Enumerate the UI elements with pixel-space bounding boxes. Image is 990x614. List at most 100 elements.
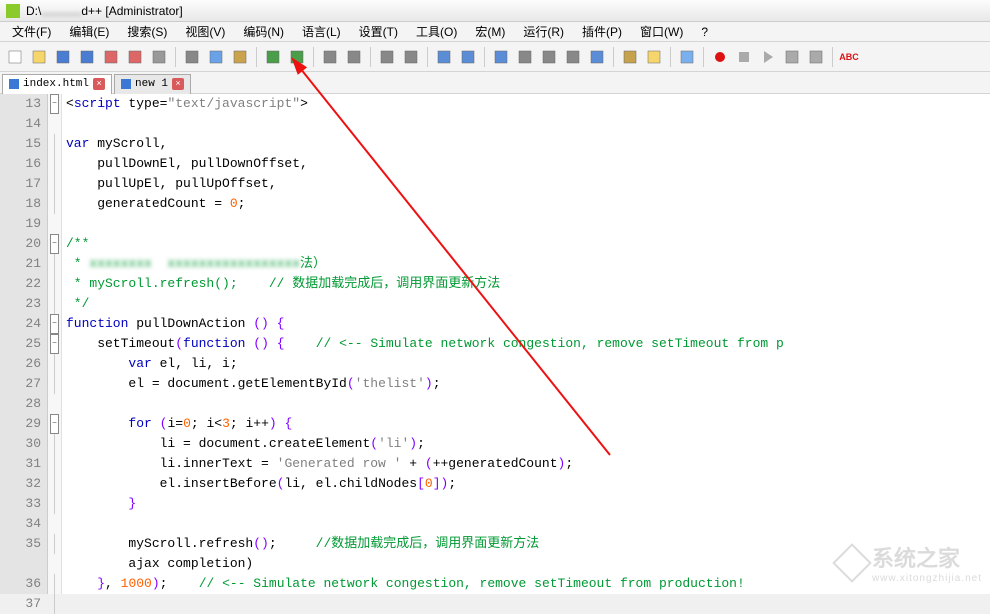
code-line[interactable]: <script type="text/javascript"> <box>66 94 990 114</box>
cut-icon[interactable] <box>181 46 203 68</box>
menu-item[interactable]: 工具(O) <box>408 21 465 42</box>
tab[interactable]: new 1 × <box>114 74 191 94</box>
fold-toggle[interactable]: − <box>50 314 59 334</box>
code-line[interactable]: generatedCount = 0; <box>66 194 990 214</box>
toolbar-separator <box>370 47 371 67</box>
menu-item[interactable]: 编码(N) <box>235 21 292 42</box>
code-line[interactable]: pullDownEl, pullDownOffset, <box>66 154 990 174</box>
tab[interactable]: index.html × <box>2 74 112 94</box>
menu-item[interactable]: 视图(V) <box>177 21 233 42</box>
doc-map-icon[interactable] <box>586 46 608 68</box>
toolbar-separator <box>703 47 704 67</box>
code-line[interactable]: } <box>66 494 990 514</box>
print-icon[interactable] <box>148 46 170 68</box>
func-list-icon[interactable] <box>619 46 641 68</box>
toolbar-separator <box>175 47 176 67</box>
code-line[interactable]: ajax completion) <box>66 554 990 574</box>
menu-item[interactable]: 设置(T) <box>351 21 406 42</box>
zoom-out-icon[interactable] <box>400 46 422 68</box>
sync-h-icon[interactable] <box>457 46 479 68</box>
code-line[interactable]: setTimeout(function () { // <-- Simulate… <box>66 334 990 354</box>
macro-play-icon[interactable] <box>757 46 779 68</box>
redo-icon[interactable] <box>286 46 308 68</box>
folder-icon[interactable] <box>643 46 665 68</box>
spell-icon[interactable]: ABC <box>838 46 860 68</box>
file-icon <box>9 79 19 89</box>
menu-item[interactable]: 编辑(E) <box>61 21 117 42</box>
code-line[interactable] <box>66 394 990 414</box>
close-all-icon[interactable] <box>124 46 146 68</box>
macro-rec-icon[interactable] <box>709 46 731 68</box>
wordwrap-icon[interactable] <box>490 46 512 68</box>
code-line[interactable]: el.insertBefore(li, el.childNodes[0]); <box>66 474 990 494</box>
code-area[interactable]: <script type="text/javascript"> var myScr… <box>62 94 990 594</box>
macro-save-icon[interactable] <box>805 46 827 68</box>
code-line[interactable] <box>66 214 990 234</box>
zoom-in-icon[interactable] <box>376 46 398 68</box>
macro-stop-icon[interactable] <box>733 46 755 68</box>
file-icon <box>121 79 131 89</box>
code-line[interactable]: * myScroll.refresh(); // 数据加载完成后，调用界面更新方… <box>66 274 990 294</box>
tab-close-icon[interactable]: × <box>93 78 105 90</box>
macro-fast-icon[interactable] <box>781 46 803 68</box>
code-line[interactable]: var myScroll, <box>66 134 990 154</box>
code-line[interactable]: /** <box>66 234 990 254</box>
toolbar-separator <box>313 47 314 67</box>
save-all-icon[interactable] <box>76 46 98 68</box>
window-title: D:\............d++ [Administrator] <box>26 4 183 18</box>
menu-item[interactable]: ? <box>693 23 716 41</box>
monitor-icon[interactable] <box>676 46 698 68</box>
code-line[interactable]: el = document.getElementById('thelist'); <box>66 374 990 394</box>
menubar: 文件(F)编辑(E)搜索(S)视图(V)编码(N)语言(L)设置(T)工具(O)… <box>0 22 990 42</box>
code-line[interactable]: li.innerText = 'Generated row ' + (++gen… <box>66 454 990 474</box>
toolbar-separator <box>256 47 257 67</box>
menu-item[interactable]: 窗口(W) <box>632 21 691 42</box>
all-chars-icon[interactable] <box>514 46 536 68</box>
replace-icon[interactable] <box>343 46 365 68</box>
editor: 1314151617181920212223242526272829303132… <box>0 94 990 594</box>
fold-toggle[interactable]: − <box>50 414 59 434</box>
fold-toggle[interactable]: − <box>50 94 59 114</box>
code-line[interactable]: li = document.createElement('li'); <box>66 434 990 454</box>
toolbar: ABC <box>0 42 990 72</box>
fold-toggle[interactable]: − <box>50 234 59 254</box>
copy-icon[interactable] <box>205 46 227 68</box>
code-line[interactable]: for (i=0; i<3; i++) { <box>66 414 990 434</box>
lang-icon[interactable] <box>562 46 584 68</box>
menu-item[interactable]: 搜索(S) <box>119 21 175 42</box>
indent-guide-icon[interactable] <box>538 46 560 68</box>
fold-column: −−−−− <box>48 94 62 594</box>
sync-v-icon[interactable] <box>433 46 455 68</box>
code-line[interactable]: var el, li, i; <box>66 354 990 374</box>
open-icon[interactable] <box>28 46 50 68</box>
close-icon[interactable] <box>100 46 122 68</box>
tab-close-icon[interactable]: × <box>172 78 184 90</box>
code-line[interactable] <box>66 114 990 134</box>
code-line[interactable]: myScroll.refresh(); //数据加载完成后，调用界面更新方法 <box>66 534 990 554</box>
menu-item[interactable]: 插件(P) <box>574 21 630 42</box>
menu-item[interactable]: 运行(R) <box>515 21 572 42</box>
gutter: 1314151617181920212223242526272829303132… <box>0 94 48 594</box>
paste-icon[interactable] <box>229 46 251 68</box>
code-line[interactable]: pullUpEl, pullUpOffset, <box>66 174 990 194</box>
find-icon[interactable] <box>319 46 341 68</box>
menu-item[interactable]: 语言(L) <box>294 21 349 42</box>
new-icon[interactable] <box>4 46 26 68</box>
menu-item[interactable]: 文件(F) <box>4 21 59 42</box>
code-line[interactable]: }, 1000); // <-- Simulate network conges… <box>66 574 990 594</box>
code-line[interactable] <box>66 514 990 534</box>
code-line[interactable]: * xxxxxxxx xxxxxxxxxxxxxxxxx法） <box>66 254 990 274</box>
tab-label: index.html <box>23 78 89 90</box>
toolbar-separator <box>670 47 671 67</box>
toolbar-separator <box>613 47 614 67</box>
menu-item[interactable]: 宏(M) <box>467 21 513 42</box>
app-icon <box>6 4 20 18</box>
toolbar-separator <box>427 47 428 67</box>
code-line[interactable]: function pullDownAction () { <box>66 314 990 334</box>
titlebar: D:\............d++ [Administrator] <box>0 0 990 22</box>
fold-toggle[interactable]: − <box>50 334 59 354</box>
code-line[interactable]: */ <box>66 294 990 314</box>
save-icon[interactable] <box>52 46 74 68</box>
undo-icon[interactable] <box>262 46 284 68</box>
tab-label: new 1 <box>135 78 168 90</box>
